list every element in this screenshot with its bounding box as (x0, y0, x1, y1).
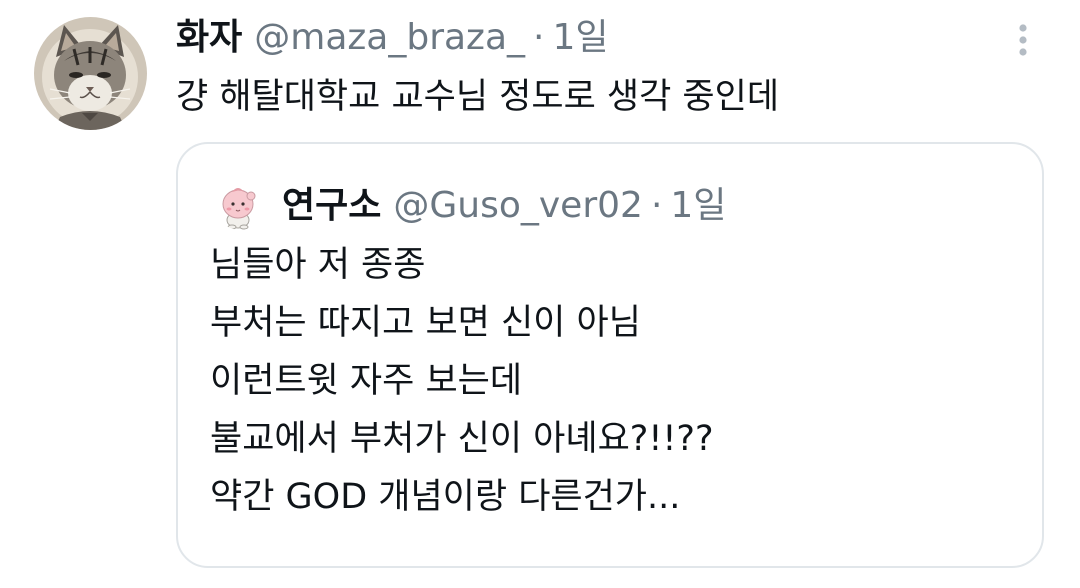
quote-separator-dot: · (650, 185, 663, 226)
more-vertical-icon (1019, 24, 1027, 56)
quote-text-line: 부처는 따지고 보면 신이 아님 (210, 303, 641, 343)
tweet-timestamp[interactable]: 1일 (552, 12, 608, 64)
separator-dot: · (533, 17, 545, 58)
quote-text-line: 님들아 저 종종 (210, 245, 426, 285)
quoted-tweet-card[interactable]: 연구소 @Guso_ver02 · 1일 님들아 저 종종 부처는 따지고 보면… (176, 142, 1044, 568)
quote-text-line: 이런트윗 자주 보는데 (210, 361, 523, 401)
quote-text: 님들아 저 종종 부처는 따지고 보면 신이 아님 이런트윗 자주 보는데 불교… (210, 236, 714, 526)
cat-avatar-icon (34, 17, 147, 130)
display-name[interactable]: 화자 (176, 12, 242, 64)
quote-user-avatar[interactable] (216, 182, 264, 230)
user-handle[interactable]: @maza_braza_ (254, 12, 525, 64)
tweet-text: 걍 해탈대학교 교수님 정도로 생각 중인데 (176, 77, 780, 117)
more-options-button[interactable] (1003, 20, 1043, 60)
quote-display-name: 연구소 (282, 185, 382, 226)
quote-timestamp: 1일 (670, 185, 727, 226)
quote-header: 연구소 @Guso_ver02 · 1일 (282, 180, 726, 232)
tweet: 화자 @maza_braza_ · 1일 걍 해탈대학교 교수님 정도로 생각 … (0, 0, 1080, 588)
cartoon-character-avatar-icon (216, 182, 264, 230)
quote-text-line: 불교에서 부처가 신이 아녜요?!!?? (210, 419, 714, 459)
quote-user-handle: @Guso_ver02 (393, 185, 643, 226)
quote-text-line: 약간 GOD 개념이랑 다른건가... (210, 477, 681, 517)
tweet-header: 화자 @maza_braza_ · 1일 (176, 12, 609, 64)
user-avatar[interactable] (34, 17, 147, 130)
